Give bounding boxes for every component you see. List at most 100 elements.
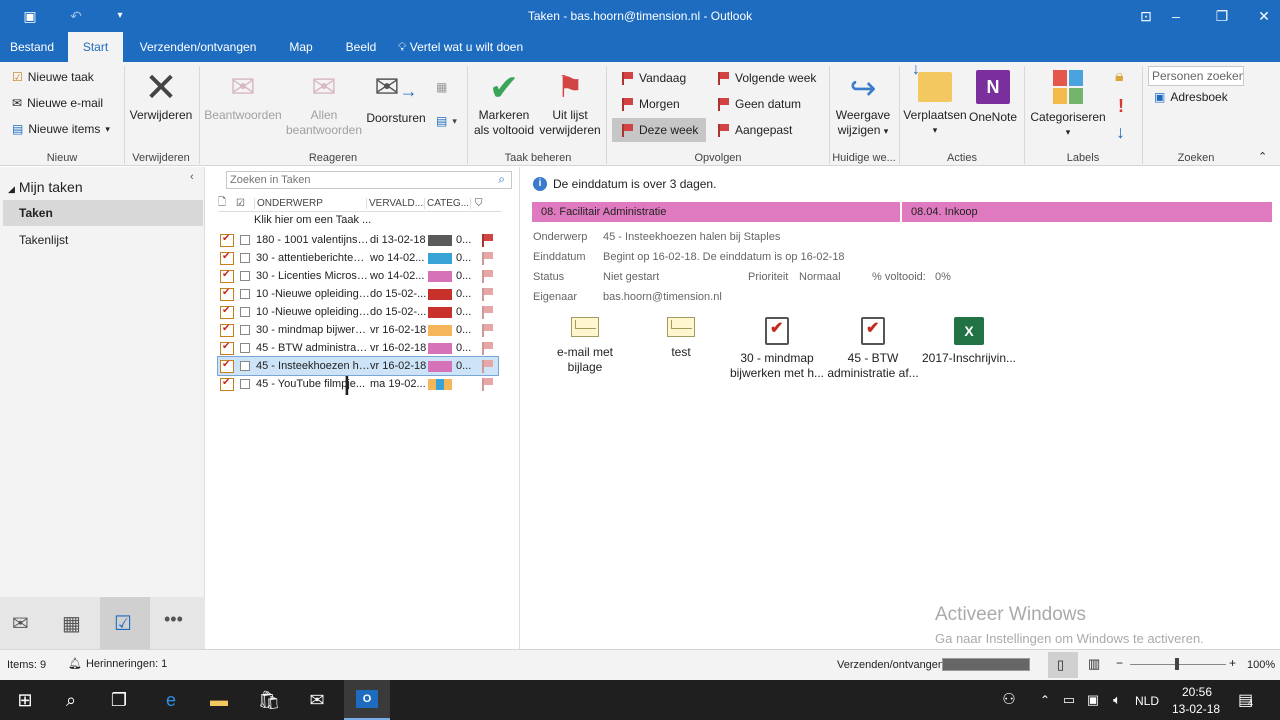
flag-icon[interactable] (482, 251, 494, 265)
new-task-button[interactable]: ☑ Nieuwe taak (12, 70, 94, 84)
complete-checkbox[interactable] (240, 379, 250, 389)
clock-date[interactable]: 13-02-18 (1172, 702, 1220, 716)
tab-beeld[interactable]: Beeld (336, 32, 386, 62)
flag-filter-icon[interactable]: ⛉ (470, 197, 483, 209)
close-icon[interactable]: ✕ (1254, 6, 1274, 26)
minimize-pane-icon[interactable]: ‹ (190, 171, 194, 183)
complete-column-header[interactable]: ☑ (236, 198, 254, 209)
flag-icon[interactable] (482, 341, 494, 355)
complete-checkbox[interactable] (240, 325, 250, 335)
tab-map[interactable]: Map (280, 32, 322, 62)
tab-bestand[interactable]: Bestand (0, 32, 64, 62)
low-importance-icon[interactable]: ↓ (1116, 122, 1125, 143)
complete-checkbox[interactable] (240, 289, 250, 299)
table-row[interactable]: ✔ 45 - BTW administratie... vr 16-02-18 0..… (218, 339, 498, 357)
table-row[interactable]: ✔ 10 -Nieuwe opleidings... do 15-02-... 0..… (218, 285, 498, 303)
task-search-box[interactable]: ⌕ (226, 171, 512, 189)
followup-no-date-button[interactable]: Geen datum (718, 97, 801, 111)
minimize-icon[interactable]: – (1166, 6, 1186, 26)
tell-me-search[interactable]: 💡︎ Vertel wat u wilt doen (398, 32, 538, 62)
zoom-in-icon[interactable]: + (1229, 656, 1236, 670)
reading-view-icon[interactable]: ▥ (1088, 656, 1100, 672)
people-icon[interactable]: ⚇ (996, 688, 1022, 712)
table-row[interactable]: ✔ 30 - attentieberichten ... wo 14-02... 0.… (218, 249, 498, 267)
file-explorer-icon[interactable]: ▬ (206, 688, 232, 712)
normal-view-button[interactable]: ▯ (1048, 652, 1078, 678)
store-icon[interactable]: 🛍︎ (256, 688, 282, 712)
flag-icon[interactable] (482, 323, 494, 337)
calendar-icon[interactable]: ▦ (62, 611, 81, 636)
table-row[interactable]: ✔ 30 - Licenties Microsof... wo 14-02... 0.… (218, 267, 498, 285)
reply-button[interactable]: ✉ Beantwoorden (202, 68, 284, 123)
table-row[interactable]: ✔ 45 - YouTube filmpje... ma 19-02... (218, 375, 498, 393)
task-search-input[interactable] (227, 172, 477, 188)
move-button[interactable]: ↓ Verplaatsen ▾ (902, 62, 968, 138)
zoom-slider-thumb[interactable] (1175, 658, 1179, 670)
attachment-test[interactable]: test (631, 317, 731, 360)
complete-checkbox[interactable] (240, 253, 250, 263)
flag-icon[interactable] (482, 287, 494, 301)
search-icon[interactable]: ⌕ (58, 688, 84, 712)
address-book-button[interactable]: ▣ Adresboek (1154, 90, 1228, 104)
table-row[interactable]: ✔ 10 -Nieuwe opleidings... do 15-02-... 0..… (218, 303, 498, 321)
mail-icon[interactable]: ✉ (12, 611, 29, 636)
flag-icon[interactable] (482, 359, 494, 373)
more-respond-dropdown[interactable]: ▤ ▾ (436, 114, 457, 128)
flag-icon[interactable] (482, 305, 494, 319)
maximize-icon[interactable]: ❐ (1212, 6, 1232, 26)
category-column-header[interactable]: CATEG... (424, 197, 470, 209)
flag-icon[interactable] (482, 233, 494, 247)
followup-custom-button[interactable]: Aangepast (718, 123, 792, 137)
attachment-task-btw[interactable]: 45 - BTW administratie af... (823, 317, 923, 381)
followup-next-week-button[interactable]: Volgende week (718, 71, 816, 85)
icon-column-header[interactable]: 🗋︎ (218, 195, 236, 212)
reminders[interactable]: 🔔︎ Herinneringen: 1 (68, 657, 167, 671)
complete-checkbox[interactable] (240, 235, 250, 245)
search-people-input[interactable]: Personen zoeken (1148, 66, 1244, 86)
table-row[interactable]: ✔ 30 - mindmap bijwerke... vr 16-02-18 0... (218, 321, 498, 339)
network-icon[interactable]: ▣ (1080, 688, 1106, 712)
windows-start-icon[interactable]: ⊞ (12, 688, 38, 712)
input-language[interactable]: NLD (1135, 694, 1159, 708)
volume-icon[interactable]: 🔈︎ (1104, 688, 1130, 712)
new-items-button[interactable]: ▤ Nieuwe items ▾ (12, 122, 110, 136)
change-view-button[interactable]: ↪ Weergave wijzigen ▾ (832, 68, 894, 139)
my-tasks-header[interactable]: ◢ Mijn taken (8, 179, 83, 195)
ribbon-display-options-icon[interactable]: ⊡ (1136, 6, 1156, 26)
tab-start[interactable]: Start (68, 32, 123, 62)
followup-tomorrow-button[interactable]: Morgen (622, 97, 680, 111)
mark-complete-button[interactable]: ✔ Markeren als voltooid (470, 68, 538, 138)
lock-icon[interactable]: 🔒︎ (1115, 68, 1124, 86)
onenote-button[interactable]: N OneNote (966, 68, 1020, 125)
task-view-icon[interactable]: ❐ (106, 688, 132, 712)
followup-today-button[interactable]: Vandaag (622, 71, 686, 85)
complete-checkbox[interactable] (240, 361, 250, 371)
more-apps-icon[interactable]: ••• (164, 609, 183, 630)
attachment-task-mindmap[interactable]: 30 - mindmap bijwerken met h... (727, 317, 827, 381)
delete-button[interactable]: ✕ Verwijderen (128, 68, 194, 123)
folder-item-takenlijst[interactable]: Takenlijst (19, 233, 68, 247)
attachment-excel[interactable]: X 2017-Inschrijvin... (919, 317, 1019, 366)
collapse-ribbon-icon[interactable]: ⌃ (1258, 150, 1267, 163)
tasks-nav-selected[interactable]: ☑ (100, 597, 150, 649)
flag-icon[interactable] (482, 377, 494, 391)
followup-this-week-button[interactable]: Deze week (612, 118, 706, 142)
complete-checkbox[interactable] (240, 271, 250, 281)
remove-from-list-button[interactable]: ⚑ Uit lijst verwijderen (538, 68, 602, 138)
more-respond-icon[interactable]: ▦ (436, 80, 447, 94)
flag-icon[interactable] (482, 269, 494, 283)
zoom-out-icon[interactable]: − (1116, 656, 1123, 670)
attachment-email[interactable]: e-mail met bijlage (535, 317, 635, 375)
table-row[interactable]: ✔ 45 - Insteekhoezen hal... vr 16-02-18 0..… (217, 356, 499, 376)
table-row[interactable]: ✔ 180 - 1001 valentijnska... di 13-02-18 0.… (218, 231, 498, 249)
new-email-button[interactable]: ✉ Nieuwe e-mail (12, 96, 103, 110)
forward-button[interactable]: ✉→ Doorsturen (364, 68, 428, 126)
subject-column-header[interactable]: ONDERWERP (254, 197, 366, 209)
reply-all-button[interactable]: ✉ Allen beantwoorden (284, 68, 364, 138)
clock-time[interactable]: 20:56 (1182, 685, 1212, 699)
complete-checkbox[interactable] (240, 343, 250, 353)
high-importance-icon[interactable]: ! (1118, 96, 1124, 117)
folder-item-taken[interactable]: Taken (3, 200, 203, 226)
complete-checkbox[interactable] (240, 307, 250, 317)
zoom-level[interactable]: 100% (1247, 659, 1275, 671)
